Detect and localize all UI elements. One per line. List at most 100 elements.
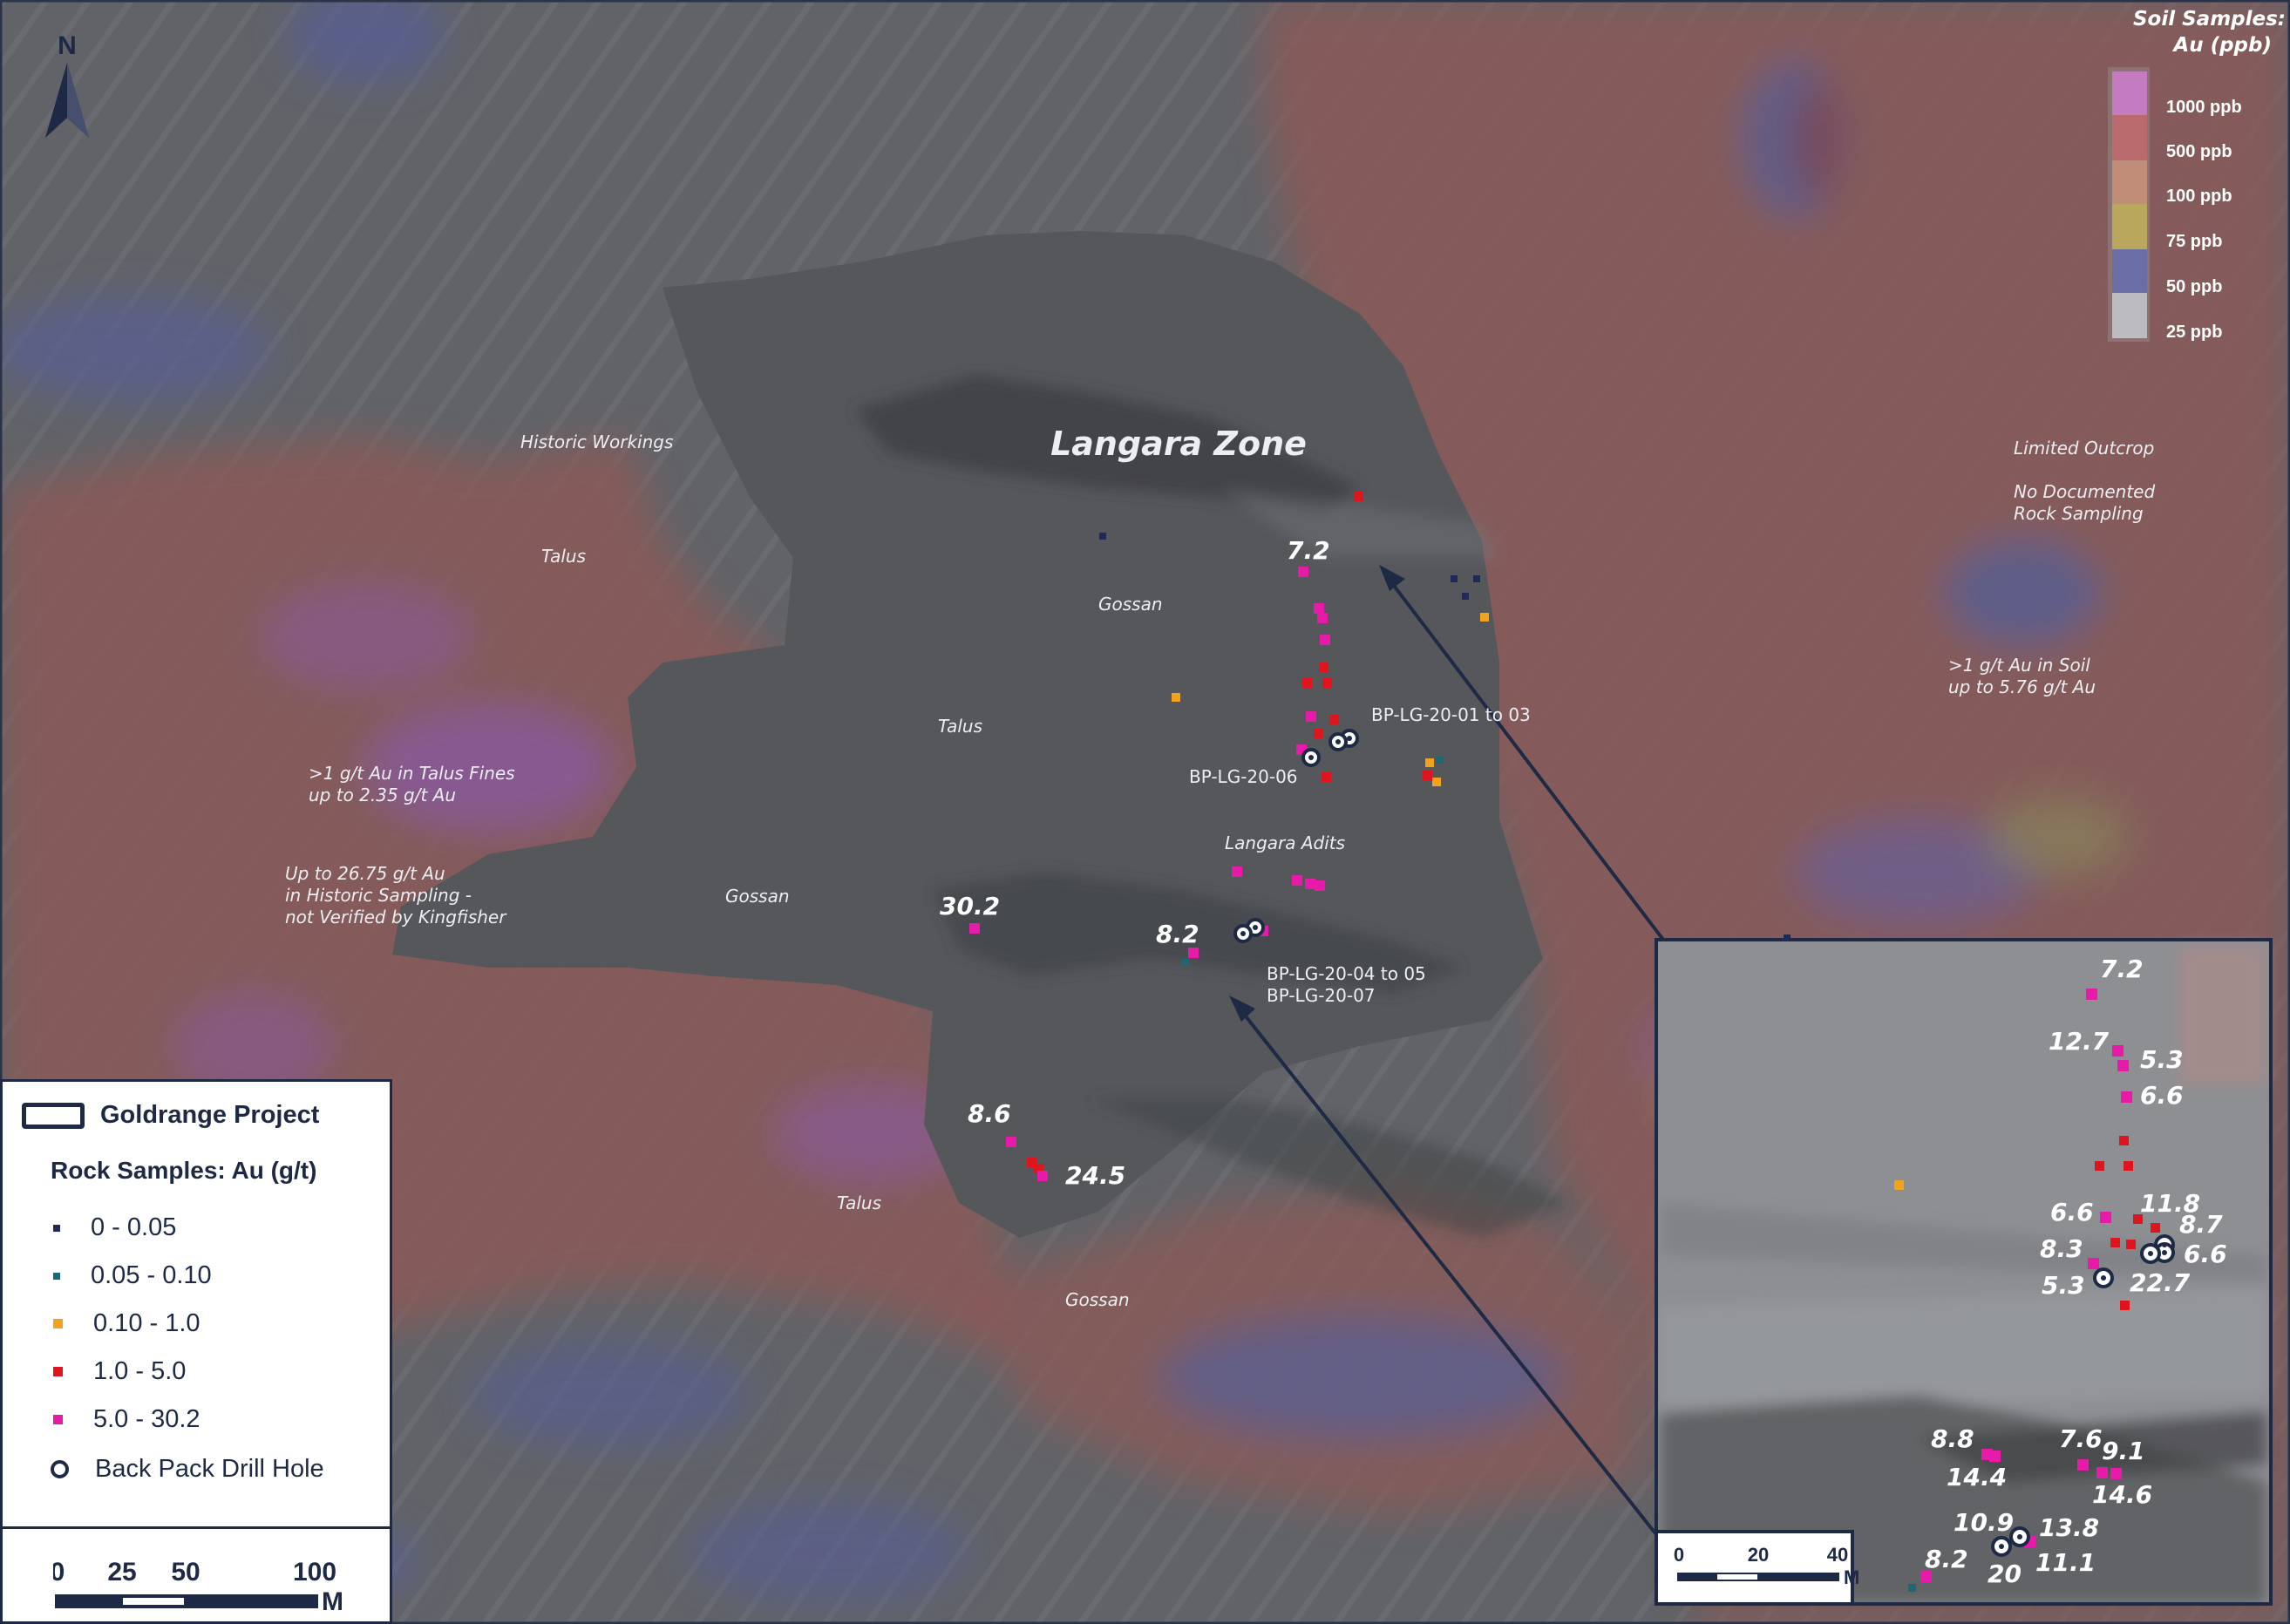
sample-point xyxy=(1298,567,1308,577)
sample-point xyxy=(2077,1459,2089,1471)
label-langara-adits: Langara Adits xyxy=(1225,832,1345,853)
soil-swatch xyxy=(2112,71,2147,115)
sample-point xyxy=(1329,715,1339,724)
label-drill-hole: BP-LG-20-07 xyxy=(1267,985,1376,1006)
legend-swatch xyxy=(53,1224,60,1232)
label-drill-hole: BP-LG-20-06 xyxy=(1189,766,1298,787)
sample-point xyxy=(1322,678,1332,688)
sample-point xyxy=(1322,772,1331,782)
sample-value: 8.2 xyxy=(1925,1545,1968,1573)
sample-value: 13.8 xyxy=(2039,1513,2099,1542)
legend-item: Back Pack Drill Hole xyxy=(51,1455,324,1484)
soil-legend-label: 1000 ppb xyxy=(2166,98,2242,117)
sample-value: 30.2 xyxy=(940,892,1000,921)
inset-map[interactable]: 7.2 12.7 5.3 6.6 11.8 6.6 8.7 8.3 6.6 5.… xyxy=(1655,934,2273,1606)
sample-point xyxy=(2112,1045,2124,1057)
sample-value: 7.2 xyxy=(1287,536,1330,565)
sample-point xyxy=(2126,1240,2136,1249)
label-soil-note: >1 g/t Au in Soil xyxy=(1948,655,2090,676)
sample-point xyxy=(2095,1161,2104,1171)
legend-swatch xyxy=(53,1367,63,1376)
legend-item: 5.0 - 30.2 xyxy=(53,1405,200,1434)
sample-point xyxy=(1425,758,1434,767)
legend-item: 0.05 - 0.10 xyxy=(53,1261,212,1290)
soil-swatch xyxy=(2112,160,2147,204)
sample-point xyxy=(1188,948,1199,958)
legend-swatch xyxy=(53,1415,63,1424)
legend-project-row: Goldrange Project xyxy=(22,1101,319,1130)
sample-point xyxy=(1292,875,1302,886)
label-soil-note: up to 5.76 g/t Au xyxy=(1948,676,2096,697)
sample-value: 6.6 xyxy=(2140,1081,2184,1110)
sample-point xyxy=(1314,729,1323,738)
svg-text:40: 40 xyxy=(1827,1544,1848,1566)
sample-value: 9.1 xyxy=(2102,1437,2145,1465)
label-gossan: Gossan xyxy=(1098,594,1163,615)
sample-value: 8.3 xyxy=(2040,1234,2083,1263)
legend-label: 0.10 - 1.0 xyxy=(93,1309,200,1337)
sample-point xyxy=(2110,1468,2122,1479)
label-historic-workings: Historic Workings xyxy=(520,431,673,452)
scale-bar: 0 25 50 100 M xyxy=(53,1558,343,1616)
sample-point xyxy=(1037,1171,1048,1181)
label-talus: Talus xyxy=(837,1193,881,1213)
sample-point xyxy=(2096,1467,2108,1478)
sample-point xyxy=(1319,663,1328,672)
label-gossan: Gossan xyxy=(1065,1289,1130,1310)
legend-rock-title: Rock Samples: Au (g/t) xyxy=(51,1157,317,1184)
sample-point xyxy=(1473,575,1480,582)
sample-value: 8.6 xyxy=(968,1099,1011,1128)
label-limited-outcrop: Limited Outcrop xyxy=(2014,438,2154,459)
legend-label: 5.0 - 30.2 xyxy=(93,1405,200,1433)
sample-point xyxy=(1894,1180,1904,1190)
sample-point xyxy=(1354,492,1363,501)
label-historic-note: in Historic Sampling - xyxy=(285,885,472,906)
svg-text:M: M xyxy=(322,1587,343,1616)
sample-point xyxy=(1423,771,1432,780)
legend-swatch xyxy=(53,1319,63,1328)
legend-project-label: Goldrange Project xyxy=(100,1101,320,1129)
sample-point xyxy=(1451,575,1458,582)
drill-hole-icon xyxy=(51,1460,69,1478)
svg-text:0: 0 xyxy=(53,1558,65,1587)
map-title: Langara Zone xyxy=(1050,425,1307,463)
sample-point xyxy=(1315,880,1325,891)
inset-scale-bar: 0 20 40 M xyxy=(1655,1530,1859,1606)
sample-point xyxy=(1099,533,1106,540)
sample-point xyxy=(1784,934,1791,941)
sample-point xyxy=(1302,678,1312,688)
legend-label: 0.05 - 0.10 xyxy=(91,1261,212,1289)
svg-text:20: 20 xyxy=(1748,1544,1769,1566)
sample-point xyxy=(2110,1238,2120,1247)
sample-point xyxy=(2088,1258,2099,1269)
label-gossan: Gossan xyxy=(725,886,790,907)
svg-text:50: 50 xyxy=(171,1558,200,1587)
legend-label: 1.0 - 5.0 xyxy=(93,1357,187,1385)
soil-legend-title: Au (ppb) xyxy=(2171,34,2272,57)
sample-point xyxy=(2151,1223,2160,1233)
soil-legend-label: 100 ppb xyxy=(2166,187,2232,206)
sample-point xyxy=(1437,757,1444,764)
sample-value: 6.6 xyxy=(2050,1198,2094,1226)
sample-value: 8.8 xyxy=(1931,1424,1974,1453)
label-historic-note: not Verified by Kingfisher xyxy=(285,907,507,928)
sample-point xyxy=(2086,989,2097,1000)
soil-legend-label: 25 ppb xyxy=(2166,323,2222,342)
sample-value: 10.9 xyxy=(1954,1508,2014,1537)
sample-value: 12.7 xyxy=(2049,1027,2110,1056)
sample-point xyxy=(1480,613,1489,622)
legend-label: 0 - 0.05 xyxy=(91,1213,177,1241)
sample-point xyxy=(1305,879,1315,889)
sample-point xyxy=(1314,603,1324,614)
soil-legend-label: 75 ppb xyxy=(2166,232,2222,251)
project-boundary-icon xyxy=(22,1102,85,1129)
soil-legend-title: Soil Samples: xyxy=(2133,8,2286,31)
sample-value: 22.7 xyxy=(2130,1268,2191,1297)
map-legend: Goldrange Project Rock Samples: Au (g/t)… xyxy=(0,1079,392,1624)
soil-swatch xyxy=(2112,115,2147,160)
sample-value: 5.3 xyxy=(2042,1271,2085,1300)
svg-text:M: M xyxy=(1844,1566,1859,1588)
legend-item: 0 - 0.05 xyxy=(53,1213,176,1242)
sample-point xyxy=(1432,778,1441,786)
sample-value: 6.6 xyxy=(2184,1240,2227,1268)
